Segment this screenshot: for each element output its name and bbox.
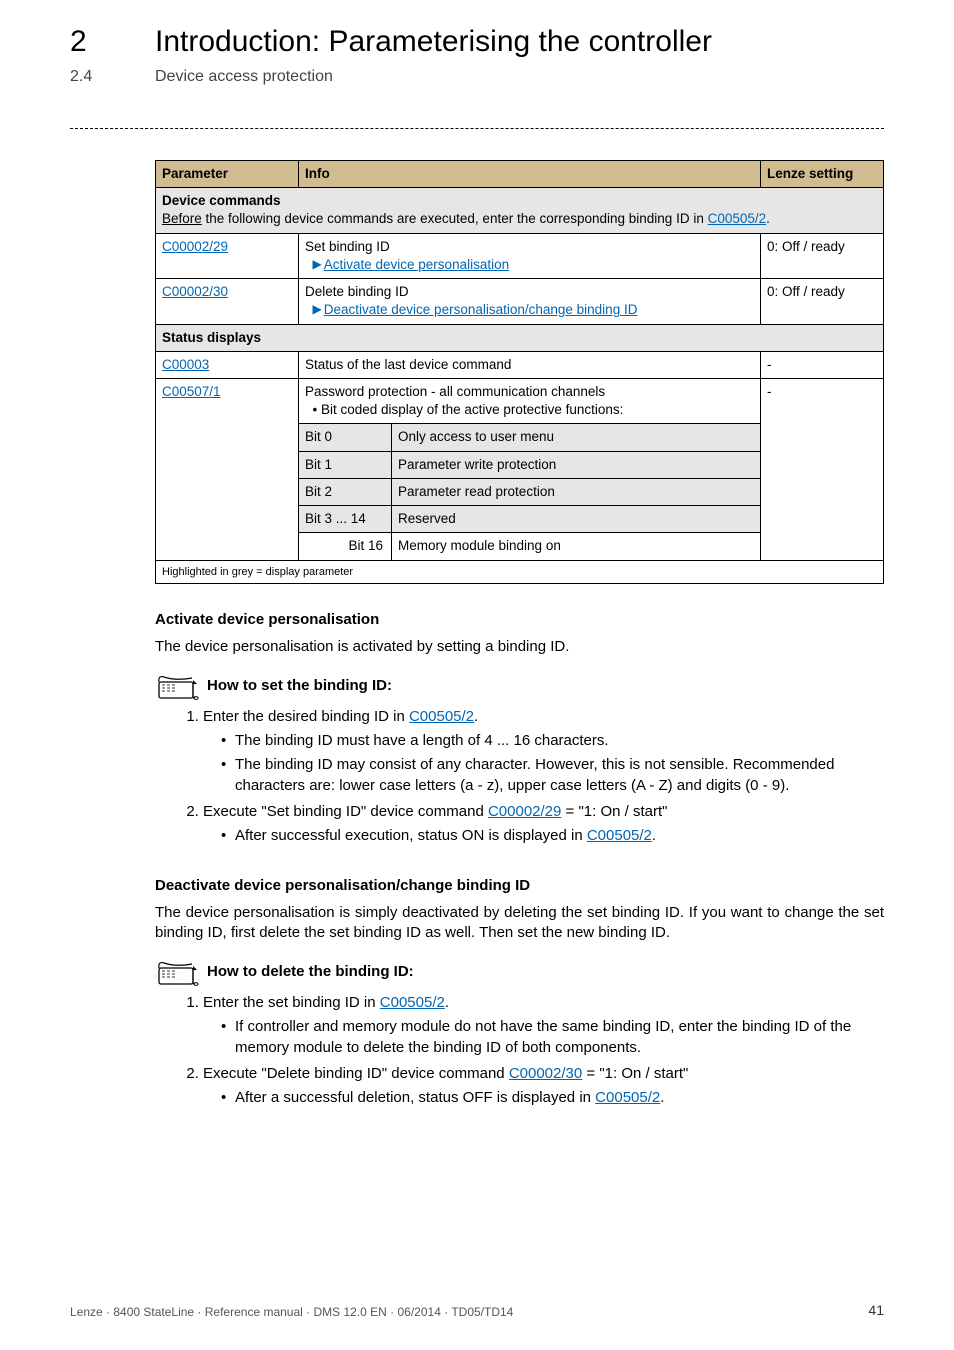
step-b-2-sub-post: . [660,1089,664,1106]
row1-code-link[interactable]: C00002/29 [162,239,228,254]
device-commands-label: Device commands [162,193,281,208]
step-a-1-sub1: The binding ID must have a length of 4 .… [221,731,884,751]
step-b-2-sub-pre: After a successful deletion, status OFF … [235,1089,595,1106]
status-displays-row: Status displays [156,324,884,351]
row4-lenze: - [761,378,884,560]
step-b-2-sub-link[interactable]: C00505/2 [595,1089,660,1106]
howto-icon [155,671,201,701]
step-a-2-pre: Execute "Set binding ID" device command [203,803,488,820]
step-a-2-link[interactable]: C00002/29 [488,803,561,820]
section-b-intro: The device personalisation is simply dea… [155,903,884,944]
step-a-1: Enter the desired binding ID in C00505/2… [203,707,884,796]
row2-code-link[interactable]: C00002/30 [162,284,228,299]
section-a-steps: Enter the desired binding ID in C00505/2… [155,707,884,847]
bit1-key: Bit 1 [299,451,392,478]
step-b-1-sub1: If controller and memory module do not h… [221,1017,884,1058]
dc-note-post: . [766,211,770,226]
row4-code: C00507/1 [156,378,299,560]
row2-info-link[interactable]: Deactivate device personalisation/change… [324,302,638,317]
bit0-val: Only access to user menu [392,424,761,451]
row1-info: Set binding ID ▶Activate device personal… [299,233,761,278]
step-a-2-sub-post: . [652,827,656,844]
step-a-2: Execute "Set binding ID" device command … [203,802,884,847]
page-number: 41 [868,1301,884,1320]
footer-text: Lenze · 8400 StateLine · Reference manua… [70,1304,513,1320]
bit2-key: Bit 2 [299,478,392,505]
row3-code: C00003 [156,351,299,378]
section-b-heading: Deactivate device personalisation/change… [155,876,884,896]
step-a-1-sub2: The binding ID may consist of any charac… [221,755,884,796]
th-info: Info [299,161,761,188]
step-b-1-link[interactable]: C00505/2 [380,994,445,1011]
chapter-number: 2 [70,22,87,63]
dc-note-mid: the following device commands are execut… [202,211,708,226]
section-title: Device access protection [155,66,333,88]
row3-code-link[interactable]: C00003 [162,357,209,372]
step-a-2-post: = "1: On / start" [561,803,667,820]
row2-info: Delete binding ID ▶Deactivate device per… [299,279,761,324]
step-a-1-link[interactable]: C00505/2 [409,708,474,725]
step-a-2-sub-pre: After successful execution, status ON is… [235,827,587,844]
section-b-steps: Enter the set binding ID in C00505/2. If… [155,993,884,1108]
step-b-2-link[interactable]: C00002/30 [509,1065,582,1082]
row2-code: C00002/30 [156,279,299,324]
parameter-table: Parameter Info Lenze setting Device comm… [155,160,884,584]
bit3-val: Reserved [392,506,761,533]
step-b-1-post: . [445,994,449,1011]
th-parameter: Parameter [156,161,299,188]
section-a-intro: The device personalisation is activated … [155,637,884,657]
section-number: 2.4 [70,66,92,88]
row4-info-line2: • Bit coded display of the active protec… [313,402,624,417]
chapter-title: Introduction: Parameterising the control… [155,22,712,63]
step-a-1-pre: Enter the desired binding ID in [203,708,409,725]
row2-lenze: 0: Off / ready [761,279,884,324]
bit2-val: Parameter read protection [392,478,761,505]
bit3-key: Bit 3 ... 14 [299,506,392,533]
step-a-2-sub-link[interactable]: C00505/2 [587,827,652,844]
row1-info-line1: Set binding ID [305,239,390,254]
bit1-val: Parameter write protection [392,451,761,478]
step-b-1: Enter the set binding ID in C00505/2. If… [203,993,884,1058]
row1-lenze: 0: Off / ready [761,233,884,278]
row2-info-line1: Delete binding ID [305,284,409,299]
step-b-2-sub: After a successful deletion, status OFF … [221,1088,884,1108]
triangle-icon: ▶ [313,256,322,272]
row4-code-link[interactable]: C00507/1 [162,384,221,399]
table-footnote: Highlighted in grey = display parameter [156,560,884,584]
row3-info: Status of the last device command [299,351,761,378]
section-a-heading: Activate device personalisation [155,610,884,630]
bit16-val: Memory module binding on [392,533,761,560]
dc-note-before: Before [162,211,202,226]
row1-code: C00002/29 [156,233,299,278]
step-b-2: Execute "Delete binding ID" device comma… [203,1064,884,1109]
row1-info-link[interactable]: Activate device personalisation [324,257,509,272]
howto-a-text: How to set the binding ID: [207,676,392,696]
separator [70,128,884,129]
row3-lenze: - [761,351,884,378]
bit0-key: Bit 0 [299,424,392,451]
row4-info: Password protection - all communication … [299,378,761,423]
triangle-icon: ▶ [313,301,322,317]
howto-icon [155,957,201,987]
row4-info-line1: Password protection - all communication … [305,384,605,399]
step-b-2-post: = "1: On / start" [582,1065,688,1082]
step-a-1-post: . [474,708,478,725]
step-b-1-pre: Enter the set binding ID in [203,994,380,1011]
bit16-key: Bit 16 [299,533,392,560]
dc-note-link[interactable]: C00505/2 [708,211,767,226]
th-lenze: Lenze setting [761,161,884,188]
step-b-2-pre: Execute "Delete binding ID" device comma… [203,1065,509,1082]
step-a-2-sub: After successful execution, status ON is… [221,826,884,846]
howto-b-text: How to delete the binding ID: [207,962,414,982]
device-commands-row: Device commands Before the following dev… [156,188,884,233]
